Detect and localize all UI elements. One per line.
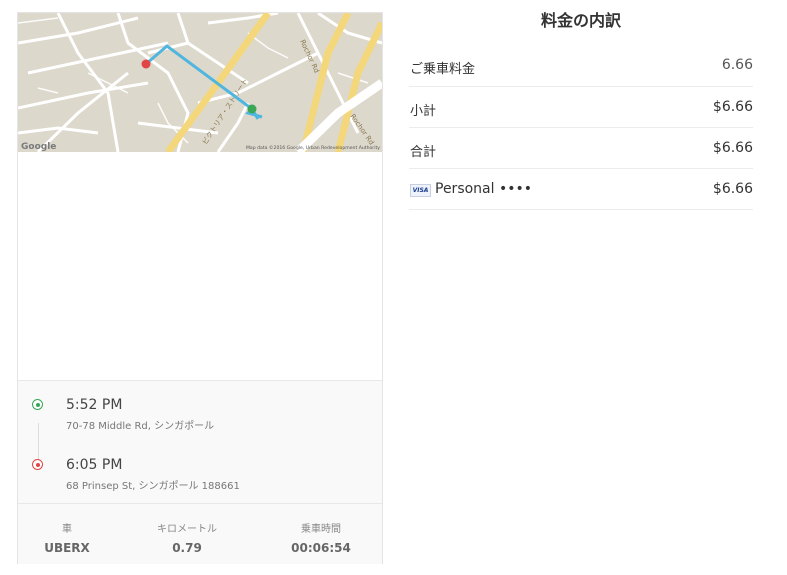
stat-vehicle-label: 車 <box>62 524 72 535</box>
stat-duration: 乗車時間 00:06:54 <box>266 520 376 555</box>
stat-distance: キロメートル 0.79 <box>132 520 242 555</box>
dropoff-map-marker <box>141 59 151 69</box>
fare-row-amount: 6.66 <box>721 57 753 73</box>
pickup-stop: 5:52 PM 70-78 Middle Rd, シンガポール <box>18 381 382 432</box>
subtotal-row: 小計 $6.66 <box>409 87 753 128</box>
pickup-address: 70-78 Middle Rd, シンガポール <box>66 421 215 432</box>
map-attribution: Map data ©2016 Google, Urban Redevelopme… <box>246 144 380 151</box>
payment-method: VISA Personal •••• <box>410 181 532 197</box>
google-logo: Google <box>21 142 56 152</box>
pickup-icon <box>32 399 43 410</box>
route-map[interactable]: Rochor Rd Rochor Rd ビクトリア・ストリート Google M… <box>18 13 382 152</box>
stat-duration-label: 乗車時間 <box>301 524 341 535</box>
dropoff-icon <box>32 459 43 470</box>
map-blank-area <box>18 152 382 380</box>
payment-label: Personal •••• <box>435 181 532 197</box>
subtotal-label: 小計 <box>410 104 437 119</box>
stat-vehicle-value: UBERX <box>44 541 90 555</box>
fare-row: ご乗車料金 6.66 <box>409 41 753 87</box>
stat-duration-value: 00:06:54 <box>291 541 351 555</box>
dropoff-stop: 6:05 PM 68 Prinsep St, シンガポール 188661 <box>18 441 382 492</box>
trip-stats: 車 UBERX キロメートル 0.79 乗車時間 00:06:54 <box>18 503 382 565</box>
trip-card: Rochor Rd Rochor Rd ビクトリア・ストリート Google M… <box>17 12 383 564</box>
total-amount: $6.66 <box>712 140 753 156</box>
pickup-map-marker <box>247 104 257 114</box>
stat-vehicle: 車 UBERX <box>12 520 122 555</box>
dropoff-address: 68 Prinsep St, シンガポール 188661 <box>66 481 240 492</box>
visa-card-icon: VISA <box>410 184 431 197</box>
payment-row: VISA Personal •••• $6.66 <box>409 169 753 210</box>
fare-row-label: ご乗車料金 <box>410 62 476 77</box>
total-row: 合計 $6.66 <box>409 128 753 169</box>
total-label: 合計 <box>410 145 437 160</box>
stat-distance-value: 0.79 <box>172 541 202 555</box>
trip-details: 5:52 PM 70-78 Middle Rd, シンガポール 6:05 PM … <box>18 380 382 564</box>
stat-distance-label: キロメートル <box>157 524 217 535</box>
subtotal-amount: $6.66 <box>712 99 753 115</box>
dropoff-time: 6:05 PM <box>66 457 123 473</box>
pickup-time: 5:52 PM <box>66 397 123 413</box>
breakdown-title: 料金の内訳 <box>540 11 621 30</box>
fare-breakdown: 料金の内訳 ご乗車料金 6.66 小計 $6.66 合計 $6.66 VISA P… <box>409 0 753 210</box>
map-canvas: Rochor Rd Rochor Rd ビクトリア・ストリート Google M… <box>18 13 382 152</box>
payment-amount: $6.66 <box>712 181 753 197</box>
